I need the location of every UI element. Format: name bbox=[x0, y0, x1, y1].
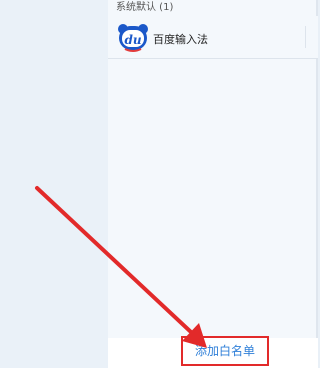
section-header-system-default: 系统默认 (1) bbox=[116, 2, 174, 13]
app-name-baidu-input: 百度输入法 bbox=[153, 33, 208, 46]
add-whitelist-button[interactable]: 添加白名单 bbox=[181, 336, 269, 366]
row-divider bbox=[305, 26, 306, 48]
app-list-item[interactable]: du 百度输入法 bbox=[108, 16, 318, 59]
baidu-input-icon: du bbox=[118, 24, 148, 52]
left-pane bbox=[0, 0, 108, 368]
baidu-icon-text: du bbox=[124, 33, 141, 47]
